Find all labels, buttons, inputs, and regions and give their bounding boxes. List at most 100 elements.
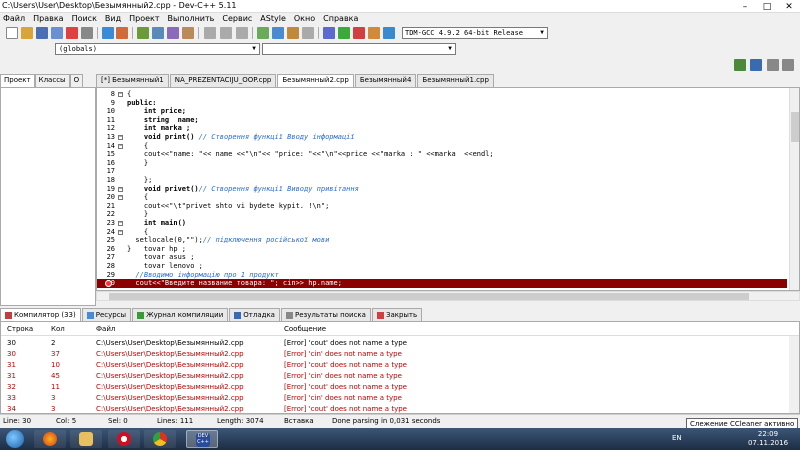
goto-line-icon[interactable]: [182, 27, 194, 39]
find-next-icon[interactable]: [167, 27, 179, 39]
compiler-select[interactable]: TDM-GCC 4.9.2 64-bit Release ▼: [402, 27, 548, 39]
fold-toggle-icon[interactable]: −: [118, 186, 123, 192]
profile-icon[interactable]: [368, 27, 380, 39]
open-file-icon[interactable]: [21, 27, 33, 39]
compile-run-icon[interactable]: [287, 27, 299, 39]
menu-view[interactable]: Вид: [102, 13, 126, 25]
save-all-icon[interactable]: [51, 27, 63, 39]
editor-horizontal-scrollbar[interactable]: [96, 291, 800, 301]
rebuild-icon[interactable]: [302, 27, 314, 39]
editor-tab[interactable]: Безымянный4: [354, 74, 417, 87]
fullscreen-icon[interactable]: [782, 59, 794, 71]
compile-icon[interactable]: [257, 27, 269, 39]
menu-search[interactable]: Поиск: [69, 13, 102, 25]
message-row[interactable]: 33 3 C:\Users\User\Desktop\Безымянный2.cpp…: [1, 392, 789, 403]
fold-toggle-icon[interactable]: −: [118, 143, 123, 149]
editor-vertical-scrollbar[interactable]: [789, 88, 799, 290]
code-comment: // підключення російської мови: [202, 236, 330, 245]
replace-icon[interactable]: [152, 27, 164, 39]
fold-toggle-icon[interactable]: −: [118, 92, 123, 97]
menu-execute[interactable]: Выполнить: [165, 13, 220, 25]
bar-chart-icon[interactable]: [383, 27, 395, 39]
language-indicator[interactable]: EN: [672, 434, 682, 442]
run-icon[interactable]: [272, 27, 284, 39]
menu-window[interactable]: Окно: [291, 13, 320, 25]
menu-astyle[interactable]: AStyle: [257, 13, 291, 25]
message-row[interactable]: 34 3 C:\Users\User\Desktop\Безымянный2.cpp…: [1, 403, 789, 413]
stop-execution-icon[interactable]: [353, 27, 365, 39]
code-source: int main(): [127, 219, 187, 227]
unindent-icon[interactable]: [220, 27, 232, 39]
tab-compiler[interactable]: Компилятор (33): [0, 308, 81, 321]
close-button[interactable]: ✕: [778, 0, 800, 13]
scope-combo[interactable]: (globals) ▼: [55, 43, 260, 55]
tab-debug-output[interactable]: Отладка: [229, 308, 280, 321]
fold-toggle-icon[interactable]: −: [118, 229, 123, 235]
tab-compile-log[interactable]: Журнал компиляции: [132, 308, 229, 321]
tab-resources[interactable]: Ресурсы: [81, 308, 132, 321]
goto-definition-icon[interactable]: [750, 59, 762, 71]
messages-scrollbar[interactable]: [789, 336, 799, 413]
scrollbar-thumb[interactable]: [109, 293, 749, 300]
undo-icon[interactable]: [102, 27, 114, 39]
tab-debug[interactable]: О: [69, 74, 84, 87]
symbol-combo[interactable]: ▼: [262, 43, 456, 55]
header-file[interactable]: Файл: [96, 325, 115, 333]
message-row[interactable]: 31 45 C:\Users\User\Desktop\Безымянный2.cp…: [1, 370, 789, 381]
scrollbar-thumb[interactable]: [791, 112, 799, 142]
message-row[interactable]: 30 2 C:\Users\User\Desktop\Безымянный2.cpp…: [1, 337, 789, 348]
menu-project[interactable]: Проект: [126, 13, 164, 25]
redo-icon[interactable]: [116, 27, 128, 39]
code-line-error[interactable]: 30 cout<<"Введите название товара: "; ci…: [97, 279, 787, 289]
tab-classes[interactable]: Классы: [34, 74, 70, 87]
debug-icon[interactable]: [323, 27, 335, 39]
taskbar-chrome[interactable]: [144, 430, 176, 448]
message-row[interactable]: 32 11 C:\Users\User\Desktop\Безымянный2.cp…: [1, 381, 789, 392]
save-icon[interactable]: [36, 27, 48, 39]
check-icon[interactable]: [338, 27, 350, 39]
goto-declaration-icon[interactable]: [734, 59, 746, 71]
project-browser[interactable]: [0, 87, 96, 306]
editor-tab[interactable]: [*] Безымянный1: [96, 74, 169, 87]
new-file-icon[interactable]: [6, 27, 18, 39]
menu-file[interactable]: Файл: [0, 13, 30, 25]
maximize-button[interactable]: □: [756, 0, 778, 13]
status-line: Line: 30: [3, 417, 32, 425]
start-button[interactable]: [6, 430, 24, 448]
tab-project[interactable]: Проект: [0, 74, 35, 87]
taskbar-opera[interactable]: [108, 430, 140, 448]
find-icon[interactable]: [137, 27, 149, 39]
fold-toggle-icon[interactable]: −: [118, 221, 123, 226]
taskbar-explorer[interactable]: [70, 430, 102, 448]
header-message[interactable]: Сообщение: [284, 325, 326, 333]
clock[interactable]: 22:09 07.11.2016: [745, 430, 791, 448]
code-source: public:: [127, 98, 157, 107]
clock-time: 22:09: [757, 430, 779, 438]
header-col[interactable]: Кол: [51, 325, 65, 333]
tab-search-results[interactable]: Результаты поиска: [280, 308, 371, 321]
editor-tab[interactable]: NA_PREZENTACIJU_OOP.cpp: [169, 74, 277, 87]
menu-help[interactable]: Справка: [320, 13, 363, 25]
editor-tab-active[interactable]: Безымянный2.cpp: [277, 74, 354, 87]
menu-tools[interactable]: Сервис: [219, 13, 257, 25]
taskbar-devcpp[interactable]: DEV C++: [186, 430, 218, 448]
tab-close-panel[interactable]: Закрыть: [371, 308, 423, 321]
header-line[interactable]: Строка: [7, 325, 33, 333]
code-editor[interactable]: 8−{9 public: 10 int price; 11 string name; 1…: [96, 87, 800, 291]
message-row[interactable]: 30 37 C:\Users\User\Desktop\Безымянный2.cp…: [1, 348, 789, 359]
fold-toggle-icon[interactable]: −: [118, 195, 123, 201]
menu-edit[interactable]: Правка: [30, 13, 68, 25]
toggle-comment-icon[interactable]: [236, 27, 248, 39]
minimize-button[interactable]: –: [734, 0, 756, 13]
message-message: [Error] 'cout' does not name a type: [284, 339, 407, 347]
code-source: setlocale(0,"");: [127, 236, 203, 245]
taskbar-firefox[interactable]: [34, 430, 66, 448]
editor-tab[interactable]: Безымянный1.cpp: [417, 74, 494, 87]
taskbar: DEV C++ EN 22:09 07.11.2016: [0, 428, 800, 450]
close-file-icon[interactable]: [66, 27, 78, 39]
print-icon[interactable]: [81, 27, 93, 39]
fold-toggle-icon[interactable]: −: [118, 135, 123, 140]
indent-icon[interactable]: [204, 27, 216, 39]
message-row[interactable]: 31 10 C:\Users\User\Desktop\Безымянный2.cp…: [1, 359, 789, 370]
layout-icon[interactable]: [767, 59, 779, 71]
